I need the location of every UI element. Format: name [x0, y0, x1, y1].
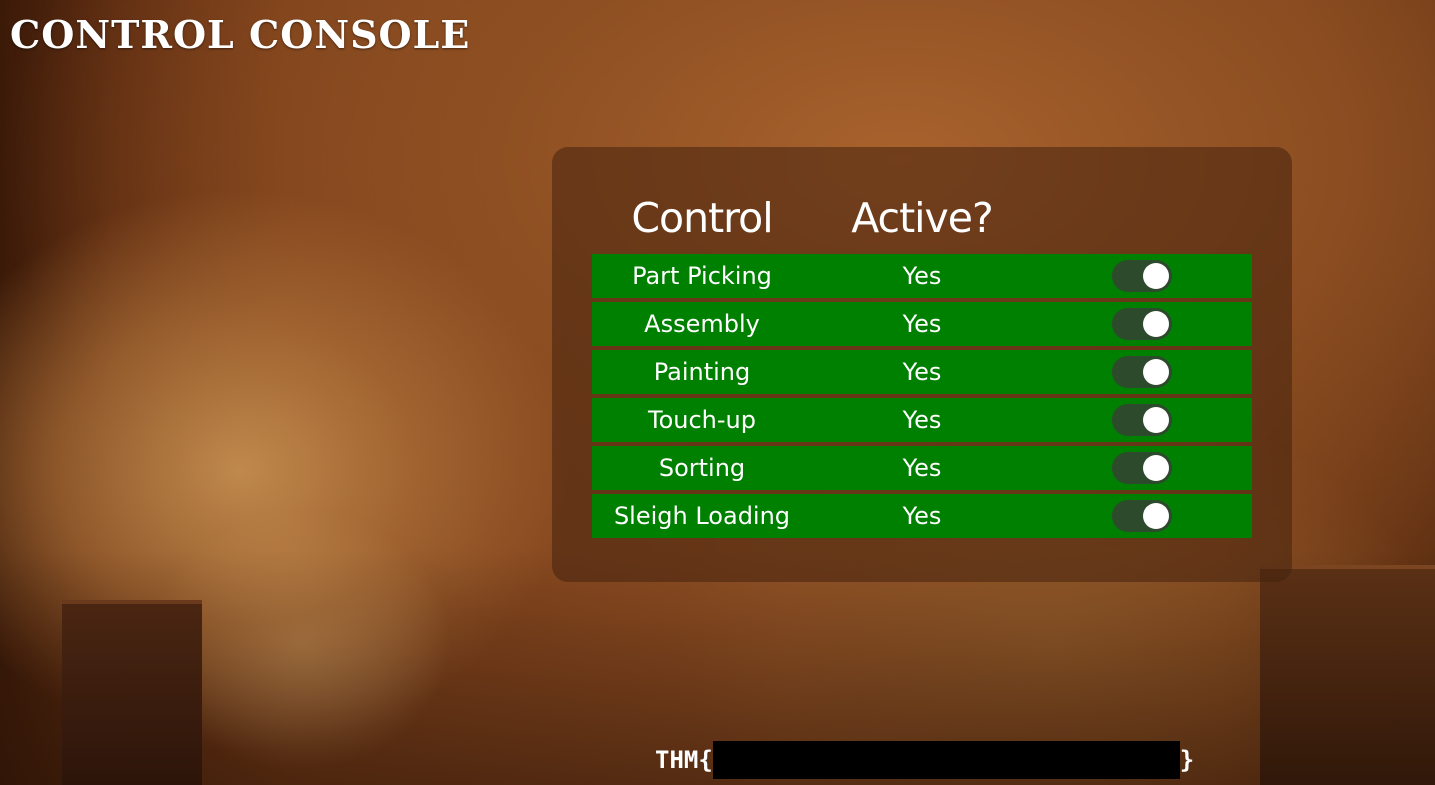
flag-prefix: THM{ — [655, 746, 713, 774]
active-status: Yes — [902, 358, 942, 386]
table-row: Painting Yes — [592, 350, 1252, 394]
active-status: Yes — [902, 310, 942, 338]
control-name: Touch-up — [648, 406, 756, 434]
flag-suffix: } — [1179, 746, 1195, 774]
toggle-touch-up[interactable] — [1112, 404, 1172, 436]
trunk-left-decoration — [62, 600, 202, 785]
toggle-sorting[interactable] — [1112, 452, 1172, 484]
active-status: Yes — [902, 502, 942, 530]
trunk-right-decoration — [1260, 565, 1435, 785]
table-row: Part Picking Yes — [592, 254, 1252, 298]
column-header-control: Control — [631, 194, 773, 242]
toggle-knob — [1143, 455, 1169, 481]
active-status: Yes — [902, 262, 942, 290]
flag-redacted-block — [712, 741, 1180, 779]
toggle-knob — [1143, 503, 1169, 529]
toggle-assembly[interactable] — [1112, 308, 1172, 340]
table-row: Sorting Yes — [592, 446, 1252, 490]
flag-text: THM{ } — [655, 741, 1195, 779]
column-header-active: Active? — [851, 194, 994, 242]
control-name: Assembly — [644, 310, 760, 338]
toggle-painting[interactable] — [1112, 356, 1172, 388]
table-row: Sleigh Loading Yes — [592, 494, 1252, 538]
page-title: CONTROL CONSOLE — [10, 12, 471, 57]
toggle-knob — [1143, 263, 1169, 289]
toggle-knob — [1143, 359, 1169, 385]
control-name: Painting — [653, 358, 751, 386]
toggle-knob — [1143, 407, 1169, 433]
table-row: Assembly Yes — [592, 302, 1252, 346]
control-name: Sorting — [658, 454, 746, 482]
toggle-knob — [1143, 311, 1169, 337]
toggle-sleigh-loading[interactable] — [1112, 500, 1172, 532]
table-row: Touch-up Yes — [592, 398, 1252, 442]
active-status: Yes — [902, 454, 942, 482]
control-name: Sleigh Loading — [613, 502, 791, 530]
control-name: Part Picking — [632, 262, 772, 290]
active-status: Yes — [902, 406, 942, 434]
toggle-part-picking[interactable] — [1112, 260, 1172, 292]
